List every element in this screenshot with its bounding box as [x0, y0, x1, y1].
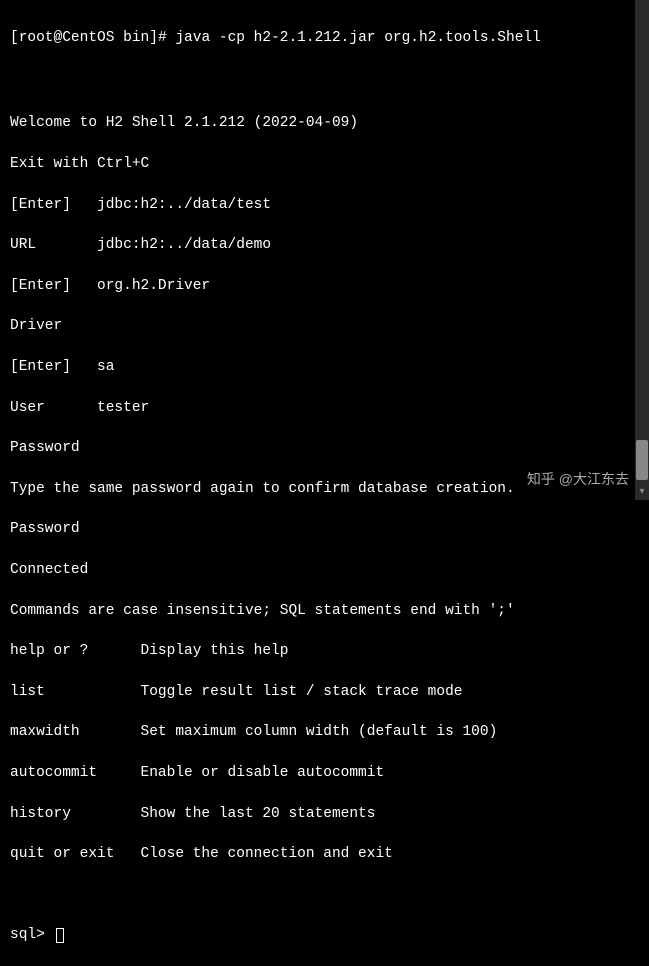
- connected-line: Connected: [10, 560, 639, 580]
- prompt-symbol: #: [158, 30, 167, 46]
- help-line: help or ? Display this help: [10, 641, 639, 661]
- user-enter-line: [Enter] sa: [10, 357, 639, 377]
- password2-line: Password: [10, 519, 639, 539]
- prompt-host: CentOS: [62, 30, 114, 46]
- list-line: list Toggle result list / stack trace mo…: [10, 682, 639, 702]
- history-line: history Show the last 20 statements: [10, 804, 639, 824]
- url-value-line: URL jdbc:h2:../data/demo: [10, 235, 639, 255]
- maxwidth-line: maxwidth Set maximum column width (defau…: [10, 722, 639, 742]
- quit-line: quit or exit Close the connection and ex…: [10, 844, 639, 864]
- command-text: java -cp h2-2.1.212.jar org.h2.tools.She…: [175, 30, 540, 46]
- scrollbar-down-arrow-icon[interactable]: ▾: [637, 486, 647, 496]
- shell-prompt-line: [root@CentOS bin]# java -cp h2-2.1.212.j…: [10, 28, 639, 48]
- user-value-line: User tester: [10, 398, 639, 418]
- prompt-cwd: bin: [123, 30, 149, 46]
- autocommit-line: autocommit Enable or disable autocommit: [10, 763, 639, 783]
- welcome-line: Welcome to H2 Shell 2.1.212 (2022-04-09): [10, 113, 639, 133]
- driver-label-line: Driver: [10, 316, 639, 336]
- exit-hint-line: Exit with Ctrl+C: [10, 154, 639, 174]
- cmd-hint-line: Commands are case insensitive; SQL state…: [10, 601, 639, 621]
- scrollbar[interactable]: ▾: [635, 0, 649, 500]
- sql-prompt: sql>: [10, 927, 45, 943]
- cursor-icon: [56, 928, 64, 943]
- driver-enter-line: [Enter] org.h2.Driver: [10, 276, 639, 296]
- password1-line: Password: [10, 438, 639, 458]
- url-enter-line: [Enter] jdbc:h2:../data/test: [10, 195, 639, 215]
- prompt-user: root: [19, 30, 54, 46]
- scrollbar-thumb[interactable]: [636, 440, 648, 480]
- watermark-text: 知乎 @大江东去: [527, 470, 629, 490]
- sql-prompt-line[interactable]: sql>: [10, 925, 639, 945]
